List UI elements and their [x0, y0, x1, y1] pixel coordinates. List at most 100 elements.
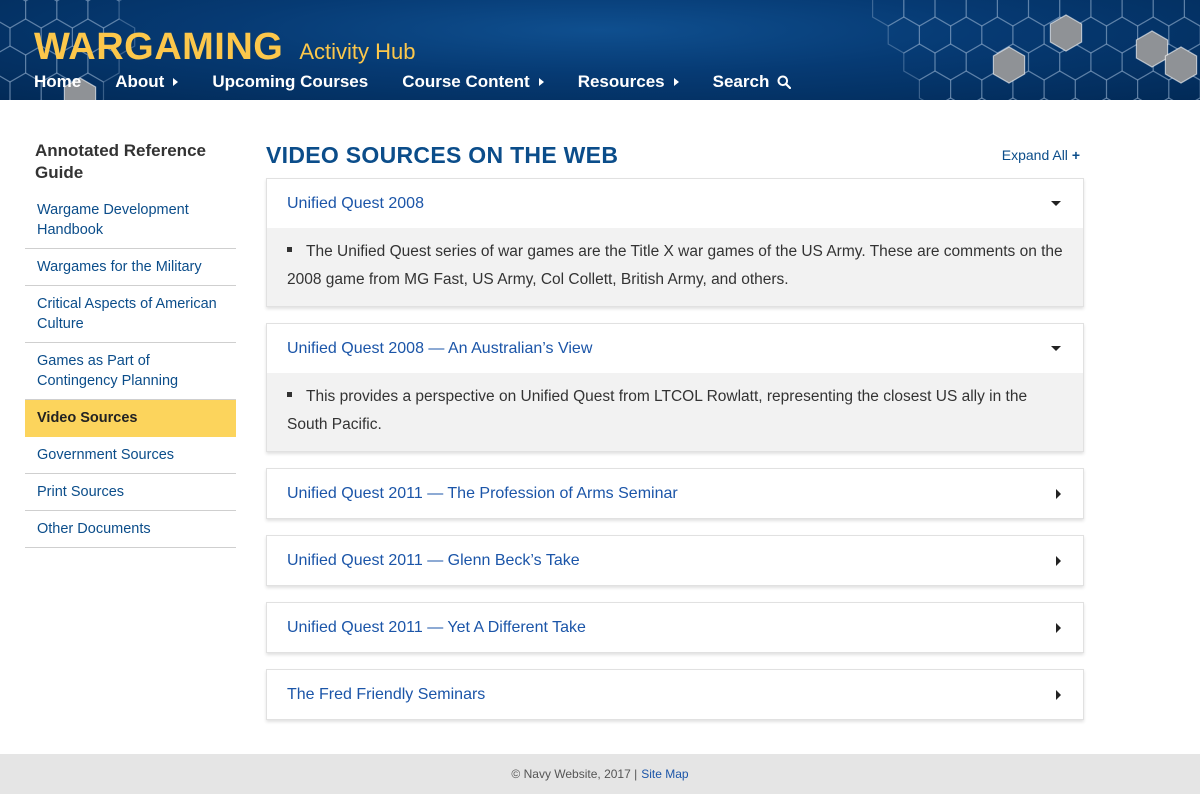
sidebar-item-wargame-development-handbook[interactable]: Wargame Development Handbook: [25, 192, 236, 249]
nav-upcoming-courses[interactable]: Upcoming Courses: [212, 72, 368, 92]
main-nav: Home About Upcoming Courses Course Conte…: [34, 72, 825, 92]
brand-subtitle: Activity Hub: [299, 39, 416, 64]
hexagon-shape: [1195, 97, 1200, 100]
accordion-item: Unified Quest 2011 — The Profession of A…: [266, 468, 1084, 519]
hexagon-shape: [903, 43, 936, 81]
hexagon-shape: [887, 16, 921, 54]
nav-home-label: Home: [34, 72, 82, 91]
footer-copyright: © Navy Website, 2017 |: [511, 767, 638, 781]
hexagon-shape: [1152, 0, 1186, 27]
sidebar-item-games-as-part-of-contingency-planning[interactable]: Games as Part of Contingency Planning: [25, 343, 236, 400]
accordion-title: Unified Quest 2011 — Glenn Beck’s Take: [287, 551, 580, 569]
bullet-icon: [287, 392, 292, 398]
hexagon-shape: [934, 0, 967, 27]
sidebar-item-wargames-for-the-military[interactable]: Wargames for the Military: [25, 249, 236, 286]
expand-all-label: Expand All: [1001, 147, 1068, 163]
nav-search-label: Search: [712, 72, 770, 91]
hexagon-shape: [918, 16, 952, 54]
accordion-item: Unified Quest 2011 — Glenn Beck’s Take: [266, 535, 1084, 586]
caret-right-icon: [538, 78, 544, 86]
caret-right-icon: [1056, 555, 1061, 566]
accordion-body-text: This provides a perspective on Unified Q…: [287, 388, 1028, 433]
hexagon-shape: [1105, 70, 1139, 100]
sidebar-item-video-sources[interactable]: Video Sources: [25, 400, 236, 437]
hexagon-shape: [56, 0, 89, 29]
accordion-item: The Fred Friendly Seminars: [266, 669, 1084, 720]
accordion-header[interactable]: Unified Quest 2008 — An Australian’s Vie…: [267, 324, 1083, 373]
main-content: VIDEO SOURCES ON THE WEB Expand All + Un…: [266, 140, 1084, 720]
caret-right-icon: [1056, 689, 1061, 700]
hexagon-shape: [1136, 70, 1170, 100]
accordion-header[interactable]: Unified Quest 2011 — The Profession of A…: [267, 469, 1083, 518]
hexagon-shape: [0, 0, 10, 1]
hexagon-shape: [918, 70, 952, 100]
nav-home[interactable]: Home: [34, 72, 81, 92]
hexagon-shape: [1043, 70, 1076, 100]
nav-about[interactable]: About: [115, 72, 179, 92]
hexagon-shape: [1090, 0, 1123, 27]
hexagon-shape: [1027, 43, 1061, 81]
accordion-body: This provides a perspective on Unified Q…: [267, 373, 1083, 451]
caret-right-icon: [173, 78, 179, 86]
caret-right-icon: [673, 78, 679, 86]
hexagon-shape: [1164, 97, 1174, 100]
hexagon-shape: [949, 16, 983, 54]
nav-upcoming-courses-label: Upcoming Courses: [212, 72, 369, 91]
accordion-header[interactable]: Unified Quest 2011 — Glenn Beck’s Take: [267, 536, 1083, 585]
expand-all-button[interactable]: Expand All +: [1002, 147, 1080, 163]
brand-name: WARGAMING: [34, 26, 284, 68]
hexagon-shape: [1121, 0, 1154, 27]
hexagon-shape: [1105, 16, 1139, 54]
hexagon-shape: [977, 97, 987, 100]
accordion-title: Unified Quest 2008 — An Australian’s Vie…: [287, 339, 593, 357]
hexagon-shape: [1008, 97, 1018, 100]
sidebar: Annotated Reference Guide Wargame Develo…: [25, 140, 236, 548]
hexagon-shape: [1039, 97, 1049, 100]
hexagon-shape: [0, 75, 11, 100]
hexagon-shape: [87, 0, 120, 29]
search-icon: [777, 75, 792, 89]
nav-resources-label: Resources: [577, 72, 665, 91]
footer-sitemap-link[interactable]: Site Map: [641, 767, 688, 781]
hexagon-shape: [1074, 70, 1108, 100]
hexagon-shape: [965, 0, 999, 27]
accordion-item: Unified Quest 2008 The Unified Quest ser…: [266, 178, 1084, 307]
hexagon-shape: [1164, 46, 1198, 84]
hexagon-shape: [1168, 16, 1200, 54]
hexagon-shape: [1101, 97, 1112, 100]
hexagon-shape: [1012, 16, 1045, 54]
caret-right-icon: [1056, 622, 1061, 633]
accordion-title: Unified Quest 2011 — The Profession of A…: [287, 484, 678, 502]
site-header: WARGAMING Activity Hub Home About Upcomi…: [0, 0, 1200, 100]
hexagon-shape: [965, 43, 999, 81]
nav-course-content-label: Course Content: [402, 72, 530, 91]
accordion-header[interactable]: The Fred Friendly Seminars: [267, 670, 1083, 719]
accordion-header[interactable]: Unified Quest 2011 — Yet A Different Tak…: [267, 603, 1083, 652]
site-footer: © Navy Website, 2017 | Site Map: [0, 754, 1200, 794]
caret-down-icon: [1051, 201, 1061, 206]
sidebar-item-critical-aspects-of-american-culture[interactable]: Critical Aspects of American Culture: [25, 286, 236, 343]
sidebar-item-print-sources[interactable]: Print Sources: [25, 474, 236, 511]
plus-icon: +: [1071, 147, 1080, 163]
page-title: VIDEO SOURCES ON THE WEB: [266, 142, 619, 168]
accordion-item: Unified Quest 2011 — Yet A Different Tak…: [266, 602, 1084, 653]
hexagon-shape: [1070, 97, 1080, 100]
hexagon-shape: [1090, 43, 1123, 81]
sidebar-title: Annotated Reference Guide: [35, 141, 206, 182]
hexagon-shape: [945, 97, 956, 100]
nav-search[interactable]: Search: [713, 72, 792, 92]
hexagon-shape: [871, 0, 905, 27]
accordion-header[interactable]: Unified Quest 2008: [267, 179, 1083, 228]
sidebar-item-other-documents[interactable]: Other Documents: [25, 511, 236, 548]
nav-resources[interactable]: Resources: [578, 72, 679, 92]
nav-course-content[interactable]: Course Content: [402, 72, 544, 92]
accordion-title: The Fred Friendly Seminars: [287, 685, 486, 703]
hexagon-shape: [996, 0, 1030, 27]
accordion-title: Unified Quest 2011 — Yet A Different Tak…: [287, 618, 586, 636]
sidebar-item-government-sources[interactable]: Government Sources: [25, 437, 236, 474]
accordion-item: Unified Quest 2008 — An Australian’s Vie…: [266, 323, 1084, 452]
nav-about-label: About: [115, 72, 165, 91]
hexagon-shape: [949, 70, 983, 100]
hexagon-shape: [0, 45, 27, 83]
site-logo[interactable]: WARGAMING Activity Hub: [34, 26, 416, 69]
